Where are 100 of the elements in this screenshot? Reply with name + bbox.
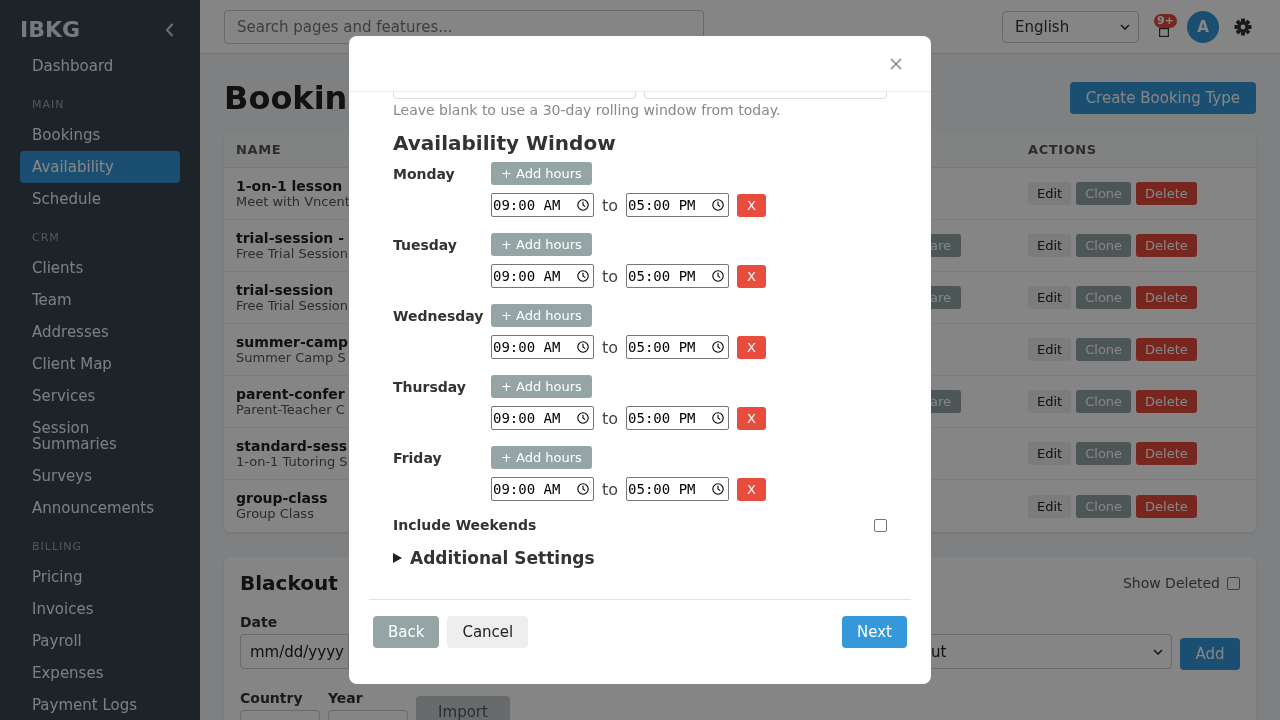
- day-label: Thursday: [393, 378, 466, 395]
- booking-type-name: summer-camp: [236, 333, 349, 350]
- delete-button[interactable]: Delete: [1136, 390, 1197, 413]
- clock-icon: [712, 341, 725, 353]
- sidebar-item[interactable]: Invoices: [20, 593, 180, 625]
- time-input[interactable]: 05:00 PM: [626, 264, 730, 288]
- language-select[interactable]: English: [1002, 10, 1139, 43]
- remove-button[interactable]: X: [737, 335, 767, 359]
- edit-button[interactable]: Edit: [1028, 494, 1072, 518]
- section-title: Availability Window: [393, 131, 617, 155]
- clock-icon: [577, 341, 589, 353]
- booking-type-name: group-class: [236, 490, 328, 506]
- field-label: Country: [240, 690, 304, 706]
- date-input[interactable]: mm/dd/yyyy: [240, 634, 349, 669]
- remove-button[interactable]: X: [737, 264, 767, 288]
- booking-type-description: Free Trial Session: [236, 245, 349, 262]
- close-icon[interactable]: [890, 57, 902, 70]
- edit-button[interactable]: Edit: [1028, 182, 1072, 205]
- checkbox[interactable]: [1227, 576, 1240, 590]
- time-input[interactable]: 09:00 AM: [491, 406, 594, 430]
- sidebar-item[interactable]: Client Map: [20, 348, 180, 380]
- primary-button[interactable]: Next: [842, 616, 907, 648]
- disclosure-triangle-icon[interactable]: [393, 553, 402, 563]
- input-field[interactable]: [393, 92, 636, 99]
- sidebar-item[interactable]: Team: [20, 284, 180, 316]
- field-label: Date: [240, 614, 279, 630]
- time-input[interactable]: 05:00 PM: [626, 335, 730, 359]
- clock-icon: [577, 412, 589, 424]
- sidebar-item[interactable]: Session Summaries: [20, 412, 180, 460]
- delete-button[interactable]: Delete: [1136, 442, 1197, 465]
- sidebar-item[interactable]: Bookings: [20, 119, 180, 151]
- clock-icon: [577, 270, 589, 282]
- range-separator: to: [602, 195, 619, 215]
- settings-icon[interactable]: [1234, 17, 1252, 36]
- sidebar-item[interactable]: Announcements: [20, 492, 180, 524]
- sidebar-item[interactable]: Expenses: [20, 657, 180, 689]
- checkbox[interactable]: [874, 518, 887, 532]
- column-header: ACTIONS: [1028, 142, 1097, 157]
- chevron-down-icon: [1153, 648, 1163, 655]
- sidebar-item[interactable]: Pricing: [20, 561, 180, 593]
- booking-type-description: Group Class: [236, 506, 314, 522]
- card-title: Blackout: [240, 571, 338, 595]
- field-label: Year: [328, 690, 364, 706]
- chevron-left-icon[interactable]: [165, 23, 174, 37]
- day-label: Wednesday: [393, 307, 484, 324]
- add-hours-button[interactable]: + Add hours: [491, 446, 592, 469]
- delete-button[interactable]: Delete: [1136, 494, 1197, 518]
- help-text: Leave blank to use a 30-day rolling window from today.: [393, 101, 782, 119]
- square-icon[interactable]: [1159, 27, 1169, 37]
- input-field[interactable]: [644, 92, 887, 99]
- disclosure-label[interactable]: Additional Settings: [410, 548, 595, 568]
- edit-button[interactable]: Edit: [1028, 338, 1072, 361]
- sidebar-item[interactable]: Payroll: [20, 625, 180, 657]
- add-button[interactable]: Add: [1180, 638, 1240, 670]
- sidebar-item[interactable]: Clients: [20, 252, 180, 284]
- edit-button[interactable]: Edit: [1028, 234, 1072, 257]
- edit-button[interactable]: Edit: [1028, 390, 1072, 413]
- time-input[interactable]: 09:00 AM: [491, 193, 594, 217]
- remove-button[interactable]: X: [737, 406, 767, 430]
- add-hours-button[interactable]: + Add hours: [491, 375, 592, 398]
- remove-button[interactable]: X: [737, 477, 767, 501]
- delete-button[interactable]: Delete: [1136, 182, 1197, 205]
- delete-button[interactable]: Delete: [1136, 338, 1197, 361]
- time-input[interactable]: 09:00 AM: [491, 264, 594, 288]
- time-input[interactable]: 05:00 PM: [626, 477, 730, 501]
- checkbox-label: Include Weekends: [393, 517, 537, 533]
- time-input[interactable]: 09:00 AM: [491, 477, 594, 501]
- sidebar-item[interactable]: Services: [20, 380, 180, 412]
- booking-type-description: Meet with Vncent: [236, 193, 350, 210]
- sidebar-item[interactable]: Surveys: [20, 460, 180, 492]
- sidebar-item[interactable]: Availability: [20, 151, 180, 183]
- clock-icon: [712, 270, 725, 282]
- delete-button[interactable]: Delete: [1136, 286, 1197, 309]
- sidebar-item[interactable]: Addresses: [20, 316, 180, 348]
- range-separator: to: [602, 479, 619, 499]
- time-input[interactable]: 05:00 PM: [626, 406, 730, 430]
- reason-select[interactable]: ut: [931, 634, 1172, 669]
- booking-type-description: 1-on-1 Tutoring S: [236, 453, 348, 470]
- time-input[interactable]: 05:00 PM: [626, 193, 730, 217]
- column-header: NAME: [236, 142, 282, 157]
- booking-type-name: trial-session: [236, 281, 334, 298]
- sidebar-item[interactable]: Dashboard: [20, 50, 180, 82]
- sidebar-item[interactable]: Payment Logs: [20, 689, 180, 720]
- create-booking-type-button[interactable]: Create Booking Type: [1069, 82, 1256, 114]
- time-input[interactable]: 09:00 AM: [491, 335, 594, 359]
- delete-button[interactable]: Delete: [1136, 234, 1197, 257]
- avatar[interactable]: A: [1187, 10, 1219, 43]
- edit-button[interactable]: Edit: [1028, 442, 1072, 465]
- booking-type-name: 1-on-1 lesson: [236, 177, 343, 194]
- remove-button[interactable]: X: [737, 193, 767, 217]
- add-hours-button[interactable]: + Add hours: [491, 162, 592, 185]
- clock-icon: [712, 199, 725, 211]
- sidebar-item[interactable]: Schedule: [20, 183, 180, 215]
- secondary-button[interactable]: Back: [373, 616, 440, 648]
- edit-button[interactable]: Edit: [1028, 286, 1072, 309]
- add-hours-button[interactable]: + Add hours: [491, 304, 592, 327]
- checkbox-label: Show Deleted: [1122, 575, 1220, 591]
- light-button[interactable]: Cancel: [447, 616, 529, 648]
- brand-logo: IBKG: [20, 17, 81, 43]
- add-hours-button[interactable]: + Add hours: [491, 233, 592, 256]
